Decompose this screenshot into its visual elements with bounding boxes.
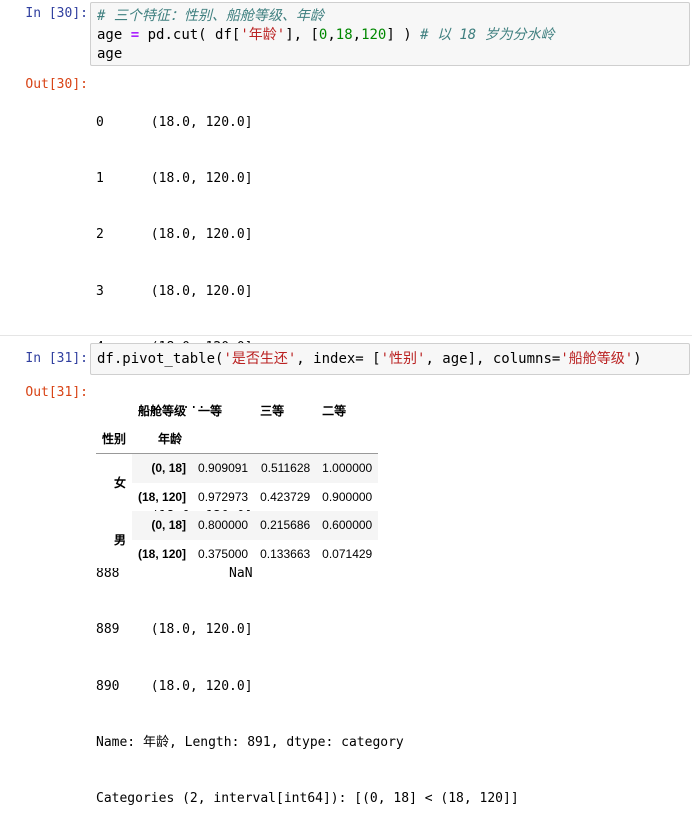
table-header-row: 船舱等级 一等 三等 二等 <box>96 396 378 425</box>
table-cell: 1.000000 <box>322 461 373 476</box>
output-line: 890 (18.0, 120.0] <box>96 678 253 694</box>
table-row: 男 (0, 18] 0.800000 0.215686 0.600000 <box>96 511 379 568</box>
code-text: ], [ <box>285 27 319 43</box>
output-line: 0 (18.0, 120.0] <box>96 114 253 130</box>
code-text: , <box>352 27 362 43</box>
table-row: (18, 120] 0.972973 0.423729 0.900000 <box>96 483 378 512</box>
cell-31-output-prompt: Out[31]: <box>25 385 88 400</box>
cell-30-input-prompt: In [30]: <box>25 6 88 21</box>
output-line: 1 (18.0, 120.0] <box>96 170 253 186</box>
cell-separator <box>0 335 692 336</box>
index-level1-cell: (0, 18] <box>151 518 187 533</box>
index-level1-cell: (18, 120] <box>138 546 187 561</box>
code-text: ) <box>633 351 642 367</box>
empty-header <box>96 396 132 425</box>
code-comment: # 以 18 岁为分水岭 <box>420 27 555 43</box>
code-text: age <box>97 46 123 62</box>
code-comment: # 三个特征：性别、船舱等级、年龄 <box>97 8 324 24</box>
table-cell: 0.423729 <box>260 489 311 504</box>
table-row: (18, 120] 0.375000 0.133663 0.071429 <box>96 540 378 569</box>
table-cell: 0.600000 <box>322 518 373 533</box>
column-header: 三等 <box>260 403 285 418</box>
table-index-header-row: 性别 年龄 <box>96 425 379 454</box>
column-header: 一等 <box>198 403 223 418</box>
code-text: , index= [ <box>296 351 381 367</box>
output-line: 889 (18.0, 120.0] <box>96 622 253 638</box>
columns-name-header: 船舱等级 <box>138 403 187 418</box>
cell-31-input-prompt: In [31]: <box>25 351 88 366</box>
index-level0-cell: 女 <box>96 453 133 511</box>
table-cell: 0.511628 <box>261 461 311 476</box>
code-string: '船舱等级' <box>560 351 634 367</box>
code-text: , age], columns= <box>425 351 561 367</box>
index-level1-cell: (18, 120] <box>138 489 187 504</box>
column-header: 二等 <box>322 403 347 418</box>
empty-header <box>316 425 378 454</box>
index-level0-cell: 男 <box>96 511 133 568</box>
pivot-table: 船舱等级 一等 三等 二等 性别 年龄 女 (0, 18] 0.909091 0… <box>96 396 379 569</box>
index-level1-cell: (0, 18] <box>151 461 187 476</box>
table-cell: 0.800000 <box>198 518 249 533</box>
output-line: Name: 年龄, Length: 891, dtype: category <box>96 734 404 750</box>
code-operator: = <box>130 27 140 43</box>
cell-30-output-prompt: Out[30]: <box>25 77 88 92</box>
cell-30-code-editor[interactable]: # 三个特征：性别、船舱等级、年龄 age = pd.cut( df['年龄']… <box>90 2 690 66</box>
code-variable: age <box>97 27 123 43</box>
code-text: df.pivot_table( <box>97 351 224 367</box>
empty-header <box>192 425 254 454</box>
code-string: '是否生还' <box>223 351 297 367</box>
table-cell: 0.909091 <box>198 461 249 476</box>
code-string: '年龄' <box>240 27 286 43</box>
output-line: Categories (2, interval[int64]): [(0, 18… <box>96 791 519 807</box>
table-cell: 0.133663 <box>260 546 311 561</box>
table-row: 女 (0, 18] 0.909091 0.511628 1.000000 <box>96 453 379 511</box>
empty-header <box>254 425 316 454</box>
cell-31-code-editor[interactable]: df.pivot_table('是否生还', index= ['性别', age… <box>90 343 690 375</box>
code-text: , <box>327 27 336 43</box>
table-cell: 0.375000 <box>198 546 249 561</box>
table-cell: 0.900000 <box>322 489 373 504</box>
table-cell: 0.071429 <box>322 546 373 561</box>
table-cell: 0.972973 <box>198 489 249 504</box>
code-number: 120 <box>361 27 387 43</box>
code-string: '性别' <box>380 351 426 367</box>
table-cell: 0.215686 <box>260 518 311 533</box>
code-text: pd.cut( df[ <box>139 27 241 43</box>
output-line: 3 (18.0, 120.0] <box>96 283 253 299</box>
index-name-header: 年龄 <box>158 432 183 447</box>
index-name-header: 性别 <box>102 432 127 447</box>
code-text: ] ) <box>386 27 421 43</box>
output-line: 2 (18.0, 120.0] <box>96 227 253 243</box>
code-number: 18 <box>335 27 353 43</box>
